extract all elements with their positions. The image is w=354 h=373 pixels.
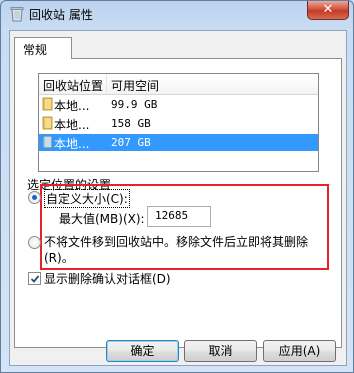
list-item[interactable]: 本地... 158 GB <box>39 115 318 132</box>
list-item[interactable]: 本地... 99.9 GB <box>39 96 318 113</box>
cancel-button[interactable]: 取消 <box>184 340 257 362</box>
column-header-free-space[interactable]: 可用空间 <box>111 77 159 94</box>
general-tab-panel: 回收站位置 可用空间 本地... 99.9 GB 本地... 158 GB 本地… <box>14 58 342 348</box>
recycle-bin-icon <box>10 7 24 22</box>
custom-size-label[interactable]: 自定义大小(C): <box>44 189 130 208</box>
recycle-bin-properties-dialog: 回收站 属性 ✕ 常规 回收站位置 可用空间 本地... 99.9 GB 本地.… <box>0 0 354 373</box>
max-size-input[interactable]: 12685 <box>147 206 211 227</box>
recycle-bin-location-list[interactable]: 回收站位置 可用空间 本地... 99.9 GB 本地... 158 GB 本地… <box>38 73 319 172</box>
confirm-delete-label[interactable]: 显示删除确认对话框(D) <box>44 270 171 287</box>
folder-icon <box>42 97 53 111</box>
title-bar[interactable]: 回收站 属性 ✕ <box>1 1 354 27</box>
tab-general[interactable]: 常规 <box>14 37 72 59</box>
list-item-selected[interactable]: 本地... 207 GB <box>39 134 318 151</box>
folder-icon <box>42 116 53 130</box>
ok-button[interactable]: 确定 <box>106 340 179 362</box>
list-item-location: 本地... <box>54 137 90 151</box>
dialog-client-area: 常规 回收站位置 可用空间 本地... 99.9 GB 本地... 158 GB… <box>9 30 347 366</box>
checkmark-icon <box>30 275 40 283</box>
window-title: 回收站 属性 <box>29 8 93 22</box>
max-size-value: 12685 <box>155 209 189 222</box>
list-header: 回收站位置 可用空间 <box>39 74 318 95</box>
drive-icon <box>42 135 53 149</box>
list-item-free-space: 158 GB <box>111 117 151 130</box>
max-size-label: 最大值(MB)(X): <box>59 212 145 226</box>
delete-immediately-radio[interactable] <box>28 236 41 249</box>
list-item-free-space: 207 GB <box>111 136 151 149</box>
column-divider[interactable] <box>106 74 107 94</box>
close-button[interactable]: ✕ <box>307 1 349 20</box>
close-icon: ✕ <box>322 2 334 17</box>
column-header-location[interactable]: 回收站位置 <box>43 77 103 94</box>
delete-immediately-label[interactable]: 不将文件移到回收站中。移除文件后立即将其删除(R)。 <box>44 234 325 266</box>
apply-button[interactable]: 应用(A) <box>263 340 336 362</box>
list-item-free-space: 99.9 GB <box>111 98 158 111</box>
confirm-delete-checkbox[interactable] <box>28 272 41 285</box>
list-item-location: 本地... <box>54 99 90 113</box>
list-item-location: 本地... <box>54 118 90 132</box>
custom-size-radio[interactable] <box>28 191 41 204</box>
tab-general-label: 常规 <box>23 43 48 57</box>
